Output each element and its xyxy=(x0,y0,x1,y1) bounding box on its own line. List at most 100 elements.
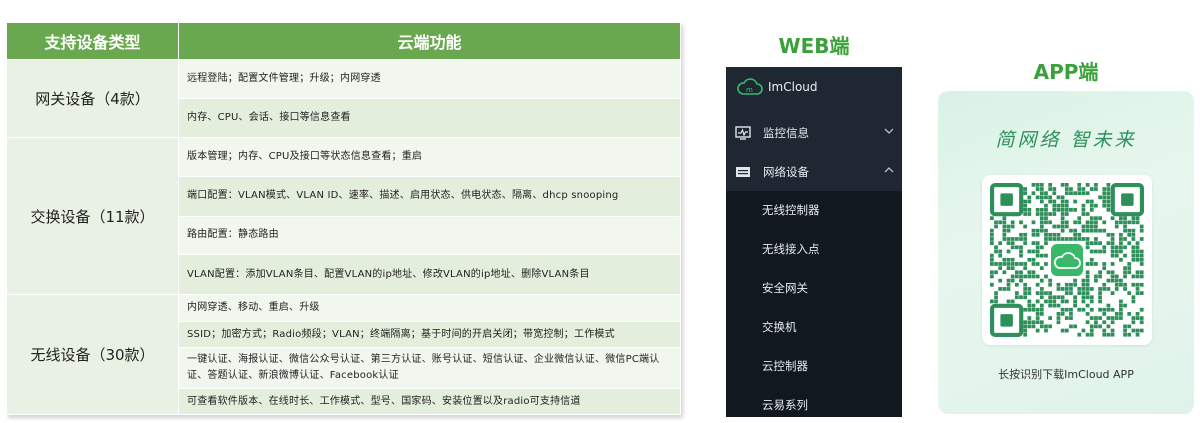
qr-module xyxy=(1073,295,1077,300)
submenu-item-wireless-controller[interactable]: 无线控制器 xyxy=(762,202,820,218)
qr-module xyxy=(1044,220,1048,225)
qr-module xyxy=(990,299,994,304)
qr-module xyxy=(1094,216,1098,221)
qr-module xyxy=(1098,299,1102,304)
submenu-item-security-gateway[interactable]: 安全网关 xyxy=(762,280,808,296)
qr-module xyxy=(1081,191,1086,196)
network-devices-submenu: 无线控制器 无线接入点 安全网关 交换机 云控制器 云易系列 xyxy=(726,191,902,417)
qr-module xyxy=(1098,228,1102,233)
feature-cell: 远程登陆；配置文件管理；升级；内网穿透 xyxy=(178,59,681,99)
qr-module xyxy=(1106,270,1111,275)
qr-module xyxy=(1106,332,1111,337)
qr-module xyxy=(1048,212,1053,216)
qr-module xyxy=(1073,282,1077,287)
qr-module xyxy=(1106,307,1111,312)
qr-module xyxy=(1077,291,1082,295)
qr-module xyxy=(1098,316,1102,320)
qr-module xyxy=(1089,199,1094,204)
qr-module xyxy=(1039,324,1044,329)
qr-module xyxy=(1064,282,1069,287)
qr-module xyxy=(1044,216,1048,221)
qr-module xyxy=(990,237,994,241)
qr-module xyxy=(1039,266,1044,270)
qr-module xyxy=(1085,199,1090,204)
qr-module xyxy=(1073,207,1077,212)
qr-module xyxy=(1139,270,1144,275)
brand-logo-row[interactable]: m ImCloud xyxy=(736,70,818,104)
qr-module xyxy=(1110,328,1115,333)
qr-module xyxy=(1031,220,1036,225)
qr-code[interactable] xyxy=(982,175,1152,345)
qr-module xyxy=(1052,237,1057,241)
submenu-item-access-point[interactable]: 无线接入点 xyxy=(762,241,820,257)
qr-module xyxy=(990,257,994,262)
qr-module xyxy=(1048,183,1053,187)
qr-module xyxy=(1044,237,1048,241)
qr-module xyxy=(1114,312,1119,316)
submenu-item-cloud-easy-series[interactable]: 云易系列 xyxy=(762,397,808,413)
qr-module xyxy=(1023,262,1028,266)
qr-module xyxy=(1052,224,1057,229)
qr-module xyxy=(1023,224,1028,229)
qr-module xyxy=(1139,228,1144,233)
qr-module xyxy=(1089,332,1094,337)
qr-module xyxy=(1027,270,1032,275)
menu-group-label: 网络设备 xyxy=(763,165,809,179)
qr-module xyxy=(1056,224,1061,229)
qr-module xyxy=(1060,328,1065,333)
feature-cell: 可查看软件版本、在线时长、工作模式、型号、国家码、安装位置以及radio可支持信… xyxy=(178,388,681,415)
qr-module xyxy=(1044,203,1048,208)
qr-module xyxy=(1106,287,1111,291)
qr-module xyxy=(1023,237,1028,241)
qr-module xyxy=(1044,241,1048,246)
qr-module xyxy=(1098,195,1102,200)
qr-module xyxy=(1089,207,1094,212)
qr-module xyxy=(990,232,994,237)
qr-module xyxy=(1048,291,1053,295)
qr-module xyxy=(1110,249,1115,254)
menu-group-monitor[interactable]: 监控信息 xyxy=(726,114,902,152)
qr-module xyxy=(1085,287,1090,291)
qr-module xyxy=(1023,320,1028,325)
qr-module xyxy=(1114,274,1119,279)
qr-module xyxy=(1006,237,1011,241)
qr-module xyxy=(1035,228,1040,233)
qr-module xyxy=(1006,228,1011,233)
qr-module xyxy=(1035,274,1040,279)
qr-module xyxy=(1119,249,1123,254)
qr-module xyxy=(1106,203,1111,208)
device-icon xyxy=(736,167,750,177)
qr-module xyxy=(1098,291,1102,295)
qr-module xyxy=(1094,183,1098,187)
qr-module xyxy=(1102,282,1107,287)
qr-module xyxy=(1102,220,1107,225)
qr-module xyxy=(1135,241,1140,246)
qr-module xyxy=(1056,312,1061,316)
qr-module xyxy=(1056,237,1061,241)
qr-module xyxy=(1052,199,1057,204)
qr-module xyxy=(1123,282,1127,287)
qr-module xyxy=(1094,320,1098,325)
qr-module xyxy=(1048,303,1053,308)
qr-module xyxy=(1010,245,1015,250)
qr-module xyxy=(1123,324,1127,329)
qr-module xyxy=(1048,299,1053,304)
qr-module xyxy=(1035,328,1040,333)
qr-module xyxy=(1131,274,1136,279)
qr-module xyxy=(1060,183,1065,187)
submenu-item-cloud-controller[interactable]: 云控制器 xyxy=(762,358,808,374)
qr-module xyxy=(1023,274,1028,279)
qr-module xyxy=(1006,241,1011,246)
qr-module xyxy=(1056,295,1061,300)
qr-module xyxy=(1039,287,1044,291)
menu-group-network-devices[interactable]: 网络设备 xyxy=(726,153,902,191)
qr-module xyxy=(998,287,1003,291)
feature-cell: SSID；加密方式；Radio频段；VLAN；终端隔离；基于时间的开启关闭；带宽… xyxy=(178,320,681,349)
qr-module xyxy=(1044,253,1048,258)
qr-module xyxy=(990,253,994,258)
qr-module xyxy=(1102,320,1107,325)
submenu-item-switch[interactable]: 交换机 xyxy=(762,319,797,335)
qr-module xyxy=(1035,282,1040,287)
qr-module xyxy=(1077,232,1082,237)
qr-module xyxy=(1060,237,1065,241)
